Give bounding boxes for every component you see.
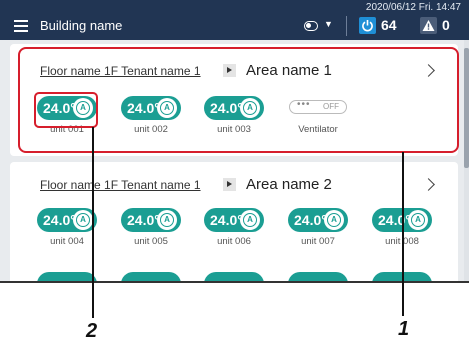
callout-number-2: 2 bbox=[86, 320, 98, 342]
callout-number-1: 1 bbox=[398, 318, 410, 340]
callout-leader-lines bbox=[92, 127, 404, 318]
